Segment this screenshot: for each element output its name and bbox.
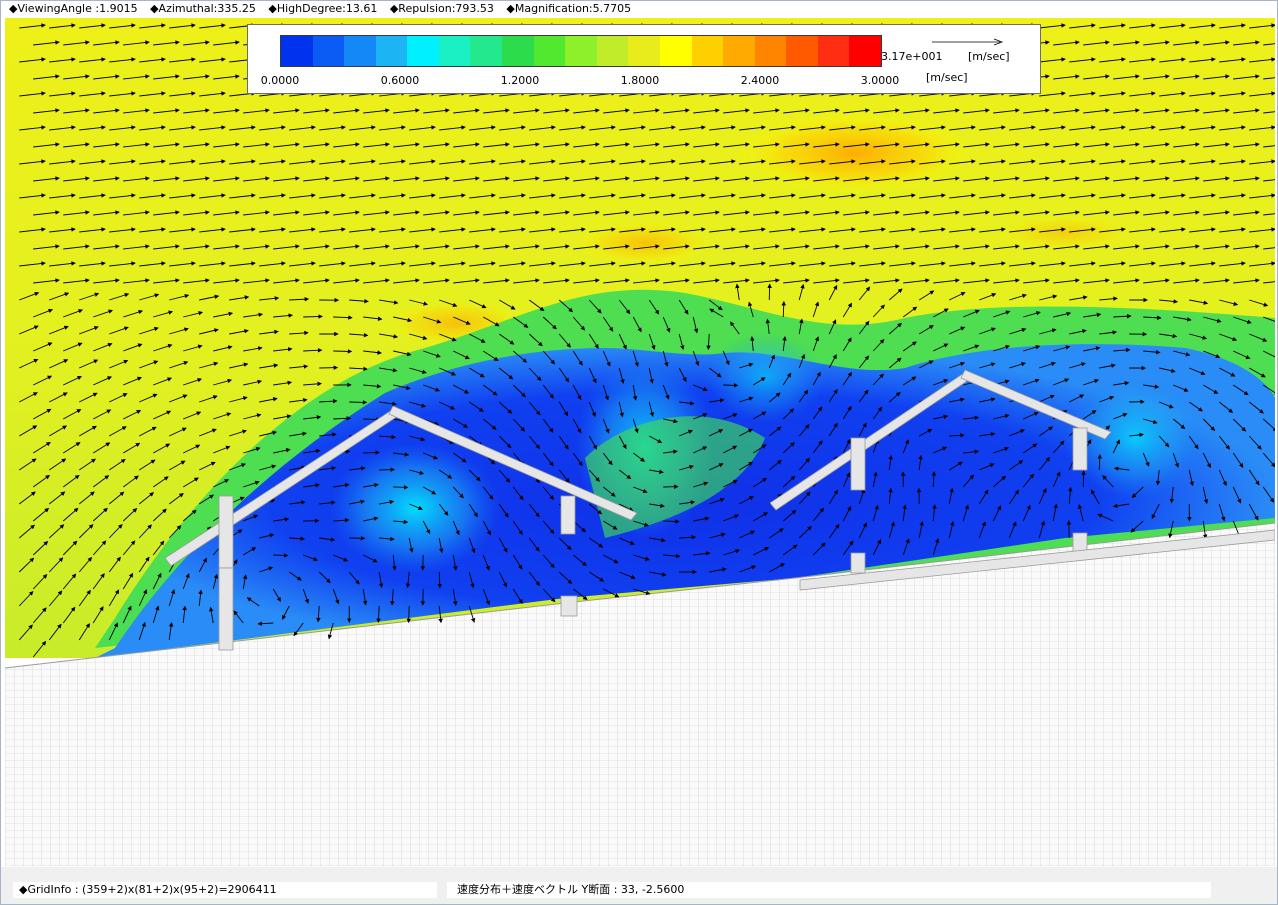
velocity-vector-arrow — [273, 553, 289, 558]
velocity-vector-arrow — [663, 519, 680, 524]
repulsion-label: ◆Repulsion:793.53 — [389, 2, 494, 15]
legend-tick: 2.4000 — [740, 74, 780, 87]
velocity-vector-arrow — [333, 349, 353, 354]
legend-color-cell — [754, 36, 787, 66]
view-parameters-bar: ◆ViewingAngle :1.9015 ◆Azimuthal:335.25 … — [1, 1, 1277, 17]
legend-color-cell — [596, 36, 629, 66]
reference-arrow-icon — [932, 38, 1004, 46]
legend-color-cell — [470, 36, 503, 66]
legend-color-cell — [375, 36, 408, 66]
cfd-viewer-window: ◆ViewingAngle :1.9015 ◆Azimuthal:335.25 … — [0, 0, 1278, 905]
velocity-vector-arrow — [303, 314, 323, 319]
legend-color-cell — [438, 36, 471, 66]
velocity-vector-arrow — [379, 467, 396, 472]
legend-tick: 0.0000 — [260, 74, 300, 87]
reference-vector-unit: [m/sec] — [968, 50, 1010, 63]
velocity-vector-arrow — [406, 605, 411, 624]
reference-vector-value: 3.17e+001 — [881, 50, 943, 63]
legend-color-cell — [281, 36, 313, 66]
velocity-vector-arrow — [363, 450, 380, 455]
legend-color-cell — [565, 36, 597, 66]
status-bar: ◆GridInfo : (359+2)x(81+2)x(95+2)=290641… — [1, 867, 1277, 904]
section-info-label: 速度分布＋速度ベクトル Y断面 : 33, -2.5600 — [447, 882, 1211, 898]
grid-info-label: ◆GridInfo : (359+2)x(81+2)x(95+2)=290641… — [13, 882, 437, 898]
legend-color-cell — [691, 36, 724, 66]
scale-unit-label: [m/sec] — [926, 71, 968, 84]
legend-color-cell — [344, 36, 376, 66]
legend-color-cell — [533, 36, 566, 66]
legend-color-cell — [786, 36, 818, 66]
legend-color-cell — [407, 36, 439, 66]
legend-color-cell — [817, 36, 850, 66]
flow-visualization-canvas[interactable] — [5, 18, 1275, 866]
velocity-vector-arrow — [723, 383, 739, 388]
velocity-color-legend: 0.0000 0.6000 1.2000 1.8000 2.4000 3.000… — [247, 24, 1041, 94]
legend-color-cell — [849, 36, 881, 66]
high-degree-label: ◆HighDegree:13.61 — [268, 2, 378, 15]
magnification-label: ◆Magnification:5.7705 — [506, 2, 632, 15]
legend-color-cell — [502, 36, 534, 66]
viewing-angle-label: ◆ViewingAngle :1.9015 — [9, 2, 138, 15]
azimuthal-label: ◆Azimuthal:335.25 — [150, 2, 256, 15]
legend-tick: 3.0000 — [860, 74, 900, 87]
legend-tick: 1.8000 — [620, 74, 660, 87]
legend-tick: 0.6000 — [380, 74, 420, 87]
legend-color-cell — [312, 36, 345, 66]
legend-color-cell — [723, 36, 755, 66]
legend-color-cell — [628, 36, 660, 66]
legend-tick: 1.2000 — [500, 74, 540, 87]
velocity-vector-arrow — [420, 554, 426, 571]
color-scale-bar — [280, 35, 882, 67]
legend-color-cell — [659, 36, 692, 66]
